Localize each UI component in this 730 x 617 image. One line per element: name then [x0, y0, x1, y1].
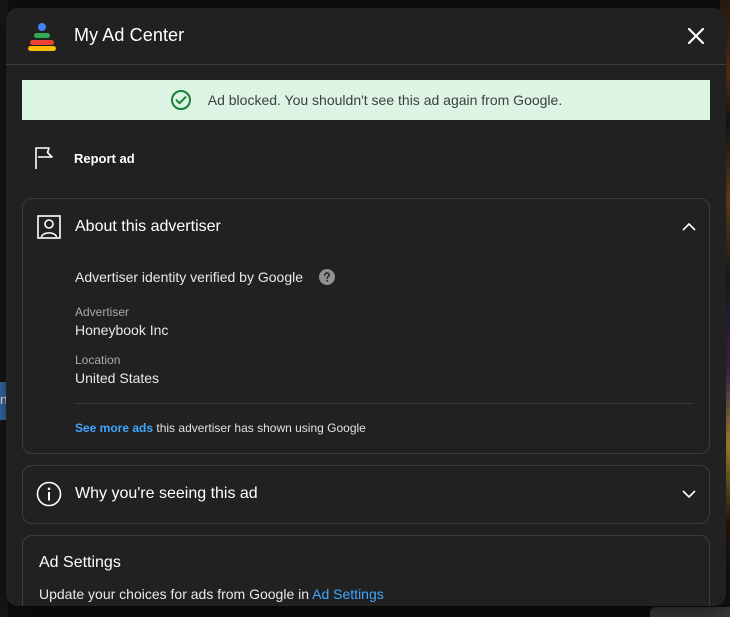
advertiser-label: Advertiser: [75, 305, 130, 319]
person-card-icon: [37, 215, 61, 239]
verified-row: Advertiser identity verified by Google: [75, 269, 335, 285]
location-label: Location: [75, 353, 121, 367]
see-more-ads-row: See more ads this advertiser has shown u…: [75, 421, 366, 435]
info-icon: [36, 481, 62, 507]
my-ad-center-logo: [28, 23, 56, 51]
banner-text: Ad blocked. You shouldn't see this ad ag…: [207, 92, 563, 108]
see-more-ads-link[interactable]: See more ads: [75, 421, 153, 435]
ad-blocked-banner: Ad blocked. You shouldn't see this ad ag…: [22, 80, 710, 120]
why-seeing-ad-title: Why you're seeing this ad: [75, 485, 258, 502]
background-bottom-chip: [650, 607, 730, 617]
ad-settings-description: Update your choices for ads from Google …: [39, 586, 384, 602]
check-circle-icon: [170, 90, 191, 110]
chevron-up-icon[interactable]: [681, 219, 697, 235]
my-ad-center-dialog: My Ad Center Ad blocked. You shouldn't s…: [6, 8, 726, 606]
advertiser-value: Honeybook Inc: [75, 322, 169, 338]
ad-settings-desc-text: Update your choices for ads from Google …: [39, 586, 313, 602]
about-advertiser-title: About this advertiser: [75, 218, 221, 235]
see-more-ads-text: this advertiser has shown using Google: [153, 421, 366, 435]
verified-text: Advertiser identity verified by Google: [75, 269, 303, 285]
why-seeing-ad-header[interactable]: Why you're seeing this ad: [23, 466, 709, 522]
report-ad-button[interactable]: Report ad: [32, 144, 135, 172]
close-icon[interactable]: [684, 24, 708, 48]
ad-settings-card: Ad Settings Update your choices for ads …: [22, 535, 710, 606]
ad-settings-title: Ad Settings: [39, 554, 121, 571]
report-ad-label: Report ad: [74, 150, 135, 166]
flag-icon: [35, 147, 53, 169]
help-icon[interactable]: [319, 269, 335, 285]
ad-settings-link[interactable]: Ad Settings: [312, 586, 384, 602]
about-advertiser-card: About this advertiser Advertiser identit…: [22, 198, 710, 454]
dialog-title: My Ad Center: [74, 25, 185, 45]
divider: [75, 403, 693, 404]
chevron-down-icon[interactable]: [681, 486, 697, 502]
about-advertiser-header[interactable]: About this advertiser: [23, 199, 709, 255]
why-seeing-ad-card: Why you're seeing this ad: [22, 465, 710, 524]
location-value: United States: [75, 370, 160, 386]
dialog-header: My Ad Center: [6, 8, 726, 65]
